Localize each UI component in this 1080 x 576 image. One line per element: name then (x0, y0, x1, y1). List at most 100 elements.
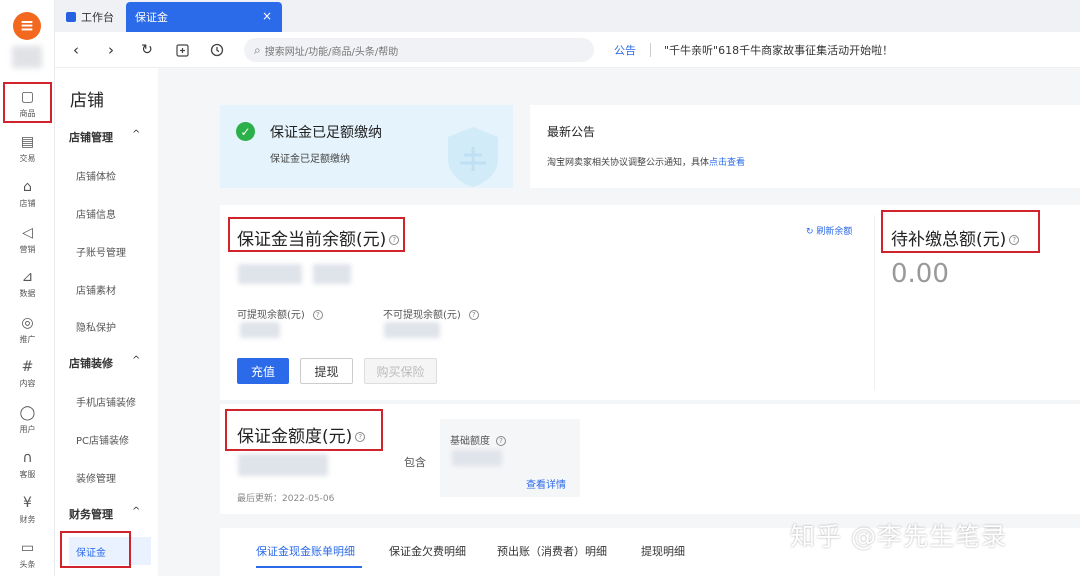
announcement-link[interactable]: 点击查看 (709, 158, 745, 168)
hash-icon: # (21, 358, 34, 375)
rail-item-label: 推广 (19, 334, 36, 344)
rail-item-hash[interactable]: # 内容 (0, 353, 55, 393)
quota-includes: 包含 (404, 456, 426, 469)
group-store-management[interactable]: 店铺管理 ^ (69, 129, 140, 145)
account-avatar[interactable] (12, 46, 42, 68)
notice-divider (650, 43, 651, 57)
history-icon[interactable] (207, 40, 227, 60)
help-icon[interactable]: ? (312, 310, 323, 320)
refresh-icon: ↻ (806, 227, 817, 237)
tab-pre-billing[interactable]: 预出账（消费者）明细 (497, 543, 607, 559)
user-icon: ◯ (19, 404, 36, 421)
refresh-balance-link[interactable]: ↻ 刷新余额 (806, 224, 852, 237)
group-label: 店铺装修 (69, 357, 113, 370)
rail-item-label: 客服 (19, 469, 36, 479)
refresh-icon[interactable]: ↻ (137, 40, 157, 60)
non-withdrawable-amount-masked (384, 322, 440, 338)
tab-arrears[interactable]: 保证金欠费明细 (389, 543, 466, 559)
browser-tab-bar: 工作台 保证金 × (0, 0, 1080, 32)
browser-toolbar: ‹ › ↻ ⌕ 搜索网址/功能/商品/头条/帮助 公告 "千牛亲听"618千牛商… (0, 32, 1080, 68)
notice-label[interactable]: 公告 (614, 42, 636, 58)
highlight-box (228, 217, 405, 252)
sidebar-item-privacy[interactable]: 隐私保护 (76, 319, 116, 334)
news-icon: ▭ (20, 539, 35, 556)
qianniu-logo[interactable]: ≡ (13, 12, 41, 40)
rail-item-label: 头条 (19, 559, 36, 569)
headset-icon: ∩ (22, 449, 33, 466)
search-icon: ⌕ (254, 42, 261, 57)
rail-item-location[interactable]: ◎ 推广 (0, 309, 55, 349)
withdrawable-label: 可提现余额(元)? (237, 306, 323, 321)
rail-item-order[interactable]: ▤ 交易 (0, 128, 55, 168)
tab-deposit[interactable]: 保证金 × (126, 2, 282, 32)
rail-item-yen[interactable]: ¥ 财务 (0, 489, 55, 529)
rail-item-megaphone[interactable]: ◁ 营销 (0, 219, 55, 259)
withdraw-button[interactable]: 提现 (300, 358, 353, 384)
balance-amount-masked (313, 264, 351, 284)
rail-item-chart[interactable]: ⊿ 数据 (0, 263, 55, 303)
highlight-box (3, 82, 52, 123)
deposit-status-card: ✓ 保证金已足额缴纳 保证金已足额缴纳 (220, 105, 513, 188)
highlight-box (881, 210, 1040, 253)
announcement-card: 最新公告 淘宝网卖家相关协议调整公示通知，具体点击查看 (530, 105, 1080, 188)
base-quota-amount-masked (452, 450, 502, 466)
non-withdrawable-label-text: 不可提现余额(元) (383, 310, 461, 321)
new-page-icon[interactable] (172, 40, 192, 60)
rail-item-label: 内容 (19, 378, 36, 388)
sidebar-item-store-info[interactable]: 店铺信息 (76, 206, 116, 221)
highlight-box (60, 531, 131, 568)
notice-text[interactable]: "千牛亲听"618千牛商家故事征集活动开始啦！ (664, 42, 893, 58)
tab-workbench[interactable]: 工作台 (60, 2, 126, 32)
sidebar-item-store-assets[interactable]: 店铺素材 (76, 282, 116, 297)
help-icon[interactable]: ? (468, 310, 479, 320)
yen-icon: ¥ (23, 494, 32, 511)
buy-insurance-button[interactable]: 购买保险 (364, 358, 437, 384)
withdrawable-amount-masked (240, 322, 280, 338)
rail-item-news[interactable]: ▭ 头条 (0, 534, 55, 574)
highlight-box (225, 409, 383, 451)
refresh-balance-label: 刷新余额 (816, 227, 853, 237)
group-finance[interactable]: 财务管理 ^ (69, 506, 140, 522)
tab-withdrawal[interactable]: 提现明细 (641, 543, 685, 559)
view-details-link[interactable]: 查看详情 (526, 476, 566, 491)
rail-item-store[interactable]: ⌂ 店铺 (0, 173, 55, 213)
chevron-up-icon: ^ (132, 129, 141, 140)
megaphone-icon: ◁ (22, 224, 33, 241)
base-quota-label: 基础额度? (450, 432, 506, 447)
close-icon[interactable]: × (262, 9, 272, 23)
non-withdrawable-label: 不可提现余额(元)? (383, 306, 479, 321)
sidebar-item-store-check[interactable]: 店铺体检 (76, 168, 116, 183)
rail-item-label: 财务 (19, 514, 36, 524)
announcement-text: 淘宝网卖家相关协议调整公示通知，具体点击查看 (547, 155, 745, 168)
chevron-up-icon: ^ (132, 506, 141, 517)
forward-icon[interactable]: › (101, 40, 121, 60)
search-placeholder: 搜索网址/功能/商品/头条/帮助 (264, 46, 399, 58)
sidebar-item-decoration-management[interactable]: 装修管理 (76, 470, 116, 485)
withdrawable-label-text: 可提现余额(元) (237, 310, 305, 321)
rail-item-user[interactable]: ◯ 用户 (0, 399, 55, 439)
tab-label: 工作台 (81, 11, 114, 24)
rail-item-label: 用户 (19, 424, 36, 434)
quota-amount-masked (238, 454, 328, 476)
sidebar-item-sub-accounts[interactable]: 子账号管理 (76, 244, 126, 259)
group-store-decoration[interactable]: 店铺装修 ^ (69, 355, 140, 371)
status-subtitle: 保证金已足额缴纳 (270, 154, 350, 165)
chevron-up-icon: ^ (132, 355, 141, 366)
announcement-body: 淘宝网卖家相关协议调整公示通知，具体 (547, 158, 710, 168)
pending-amount: 0.00 (891, 259, 949, 289)
recharge-button[interactable]: 充值 (237, 358, 289, 384)
sidebar-item-mobile-decoration[interactable]: 手机店铺装修 (76, 394, 136, 409)
base-quota-label-text: 基础额度 (450, 436, 490, 447)
status-title: 保证金已足额缴纳 (270, 125, 382, 141)
announcement-title: 最新公告 (547, 125, 596, 139)
store-sidebar: 店铺 店铺管理 ^ 店铺体检 店铺信息 子账号管理 店铺素材 隐私保护 店铺装修… (55, 68, 158, 576)
app-rail: ≡ ▢ 商品 ▤ 交易 ⌂ 店铺 ◁ 营销 ⊿ 数据 ◎ 推广 # 内容 ◯ 用户 ∩ 客服 ¥ 财务 ▭ 头条 (0, 0, 55, 576)
tab-cash-statement[interactable]: 保证金现金账单明细 (256, 543, 355, 559)
rail-item-headset[interactable]: ∩ 客服 (0, 444, 55, 484)
group-label: 店铺管理 (69, 131, 113, 144)
watermark: 知乎 @李先生笔录 (790, 522, 1007, 551)
search-input[interactable]: ⌕ 搜索网址/功能/商品/头条/帮助 (244, 38, 594, 62)
sidebar-item-pc-decoration[interactable]: PC店铺装修 (76, 432, 129, 447)
back-icon[interactable]: ‹ (66, 40, 86, 60)
help-icon[interactable]: ? (496, 436, 506, 446)
